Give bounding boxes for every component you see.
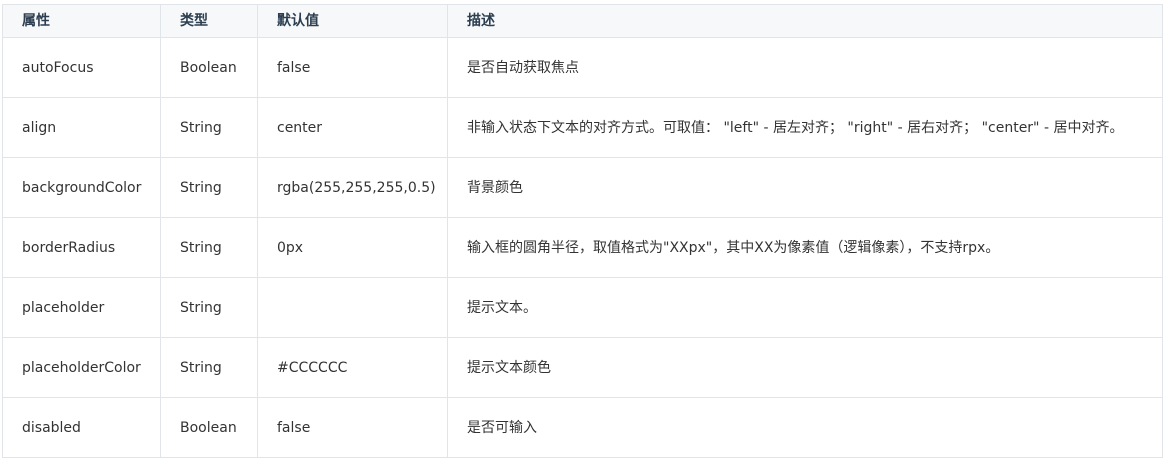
cell-attribute: disabled [2,397,161,458]
cell-description: 输入框的圆角半径，取值格式为"XXpx"，其中XX为像素值（逻辑像素），不支持r… [447,217,1163,278]
table-header: 属性 类型 默认值 描述 [2,4,1163,38]
cell-type: String [160,277,258,338]
cell-description: 提示文本。 [447,277,1163,338]
table-row: borderRadius String 0px 输入框的圆角半径，取值格式为"X… [2,217,1163,278]
cell-type: Boolean [160,37,258,98]
cell-description: 是否自动获取焦点 [447,37,1163,98]
header-row: 属性 类型 默认值 描述 [2,4,1163,38]
cell-default: center [257,97,448,158]
cell-default: #CCCCCC [257,337,448,398]
cell-attribute: borderRadius [2,217,161,278]
table-row: placeholder String 提示文本。 [2,277,1163,338]
properties-table: 属性 类型 默认值 描述 autoFocus Boolean false 是否自… [2,4,1163,458]
cell-default: 0px [257,217,448,278]
cell-type: String [160,337,258,398]
cell-description: 是否可输入 [447,397,1163,458]
header-type: 类型 [160,4,258,38]
cell-description: 非输入状态下文本的对齐方式。可取值： "left" - 居左对齐； "right… [447,97,1163,158]
table-row: backgroundColor String rgba(255,255,255,… [2,157,1163,218]
cell-attribute: autoFocus [2,37,161,98]
cell-description: 提示文本颜色 [447,337,1163,398]
table-row: disabled Boolean false 是否可输入 [2,397,1163,458]
cell-default: false [257,397,448,458]
cell-default: false [257,37,448,98]
cell-type: String [160,97,258,158]
page-container: 属性 类型 默认值 描述 autoFocus Boolean false 是否自… [0,0,1168,463]
table-row: autoFocus Boolean false 是否自动获取焦点 [2,37,1163,98]
header-description: 描述 [447,4,1163,38]
cell-type: String [160,217,258,278]
table-row: align String center 非输入状态下文本的对齐方式。可取值： "… [2,97,1163,158]
cell-type: Boolean [160,397,258,458]
table-body: autoFocus Boolean false 是否自动获取焦点 align S… [2,37,1163,458]
cell-attribute: placeholderColor [2,337,161,398]
cell-attribute: placeholder [2,277,161,338]
cell-default [257,277,448,338]
header-default: 默认值 [257,4,448,38]
header-attribute: 属性 [2,4,161,38]
cell-description: 背景颜色 [447,157,1163,218]
cell-attribute: backgroundColor [2,157,161,218]
cell-default: rgba(255,255,255,0.5) [257,157,448,218]
cell-type: String [160,157,258,218]
table-row: placeholderColor String #CCCCCC 提示文本颜色 [2,337,1163,398]
cell-attribute: align [2,97,161,158]
